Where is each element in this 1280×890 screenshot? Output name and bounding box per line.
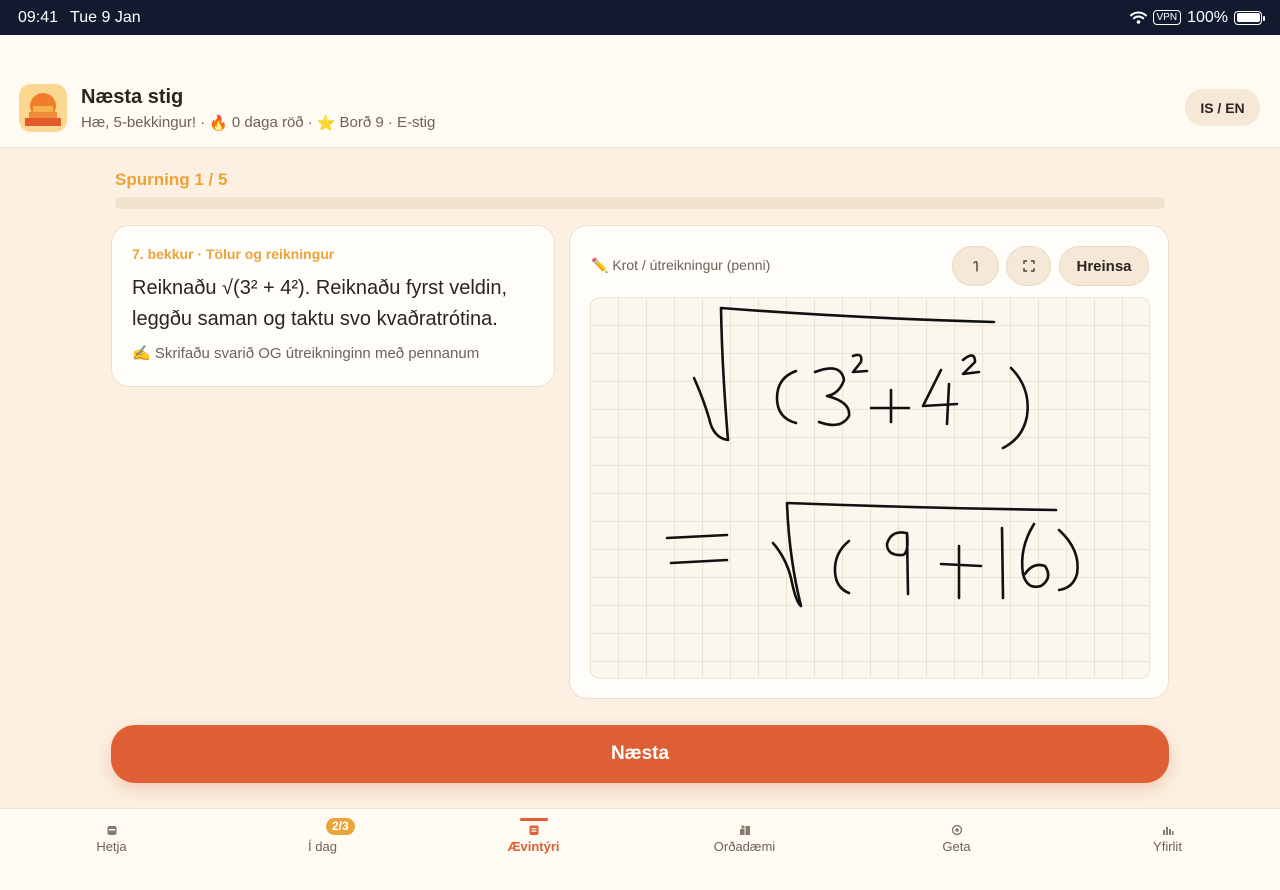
adventure-icon xyxy=(527,823,541,837)
hero-icon xyxy=(105,823,119,837)
vpn-badge: VPN xyxy=(1152,10,1182,25)
handwritten-sketch xyxy=(665,306,1079,608)
tab-i-dag[interactable]: 2/3 Í dag xyxy=(217,809,428,869)
tab-label: Geta xyxy=(942,839,971,854)
question-progress-label: Spurning 1 / 5 xyxy=(115,170,228,189)
sketch-panel: ✏️ Krot / útreikningur (penni) Hreinsa xyxy=(569,225,1169,699)
overview-icon xyxy=(1161,823,1175,837)
tab-hetja[interactable]: Hetja xyxy=(6,809,217,869)
drawing-canvas[interactable] xyxy=(590,297,1150,679)
status-date: Tue 9 Jan xyxy=(70,8,141,26)
tab-label: Yfirlit xyxy=(1153,839,1182,854)
fire-icon: 🔥 xyxy=(209,115,228,132)
wifi-icon xyxy=(1129,11,1147,24)
question-topic: 7. bekkur · Tölur og reikningur xyxy=(132,246,335,262)
status-bar: 09:41 Tue 9 Jan VPN 100% xyxy=(0,0,1280,35)
header-subtitle: Hæ, 5-bekkingur! · 🔥 0 daga röð · ⭐ Borð… xyxy=(81,114,435,132)
sunrise-logo-icon xyxy=(25,93,61,126)
expand-icon xyxy=(1022,260,1035,272)
next-button[interactable]: Næsta xyxy=(111,725,1169,783)
language-toggle-button[interactable]: IS / EN xyxy=(1185,89,1260,126)
question-hint: ✍️ Skrifaðu svarið OG útreikninginn með … xyxy=(132,345,480,362)
question-card: 7. bekkur · Tölur og reikningur Reiknaðu… xyxy=(111,225,555,387)
app-title: Næsta stig xyxy=(81,86,184,108)
tab-geta[interactable]: Geta xyxy=(851,809,1062,869)
app-header: Næsta stig Hæ, 5-bekkingur! · 🔥 0 daga r… xyxy=(0,35,1280,148)
today-badge: 2/3 xyxy=(326,818,355,835)
app-logo xyxy=(19,84,67,132)
undo-icon xyxy=(972,261,978,272)
sketch-label: ✏️ Krot / útreikningur (penni) xyxy=(591,257,771,273)
status-time: 09:41 xyxy=(18,8,59,26)
ability-icon xyxy=(950,823,964,837)
fullscreen-button[interactable] xyxy=(1006,246,1051,286)
undo-button[interactable] xyxy=(952,246,999,286)
progress-bar xyxy=(115,197,1165,209)
status-right: VPN 100% xyxy=(1129,8,1265,27)
tab-label: Í dag xyxy=(308,839,337,854)
greeting-text: Hæ, 5-bekkingur! · xyxy=(81,114,206,131)
word-problems-icon xyxy=(738,823,752,837)
board-text: Borð 9 · E-stig xyxy=(339,114,436,131)
question-text: Reiknaðu √(3² + 4²). Reiknaðu fyrst veld… xyxy=(132,277,508,330)
tab-label: Orðadæmi xyxy=(713,839,776,854)
tab-label: Hetja xyxy=(96,839,127,854)
tab-ordadaemi[interactable]: Orðadæmi xyxy=(639,809,850,869)
streak-text: 0 daga röð · xyxy=(231,114,313,131)
bottom-tab-bar: Hetja 2/3 Í dag Ævintýri Orðadæmi Geta Y… xyxy=(0,808,1280,890)
tab-label: Ævintýri xyxy=(507,839,560,854)
battery-percent: 100% xyxy=(1187,8,1228,26)
tab-yfirlit[interactable]: Yfirlit xyxy=(1062,809,1273,869)
battery-icon xyxy=(1234,10,1265,25)
star-icon: ⭐ xyxy=(316,115,336,132)
tab-aevintyri[interactable]: Ævintýri xyxy=(428,809,639,869)
clear-button[interactable]: Hreinsa xyxy=(1059,246,1149,286)
